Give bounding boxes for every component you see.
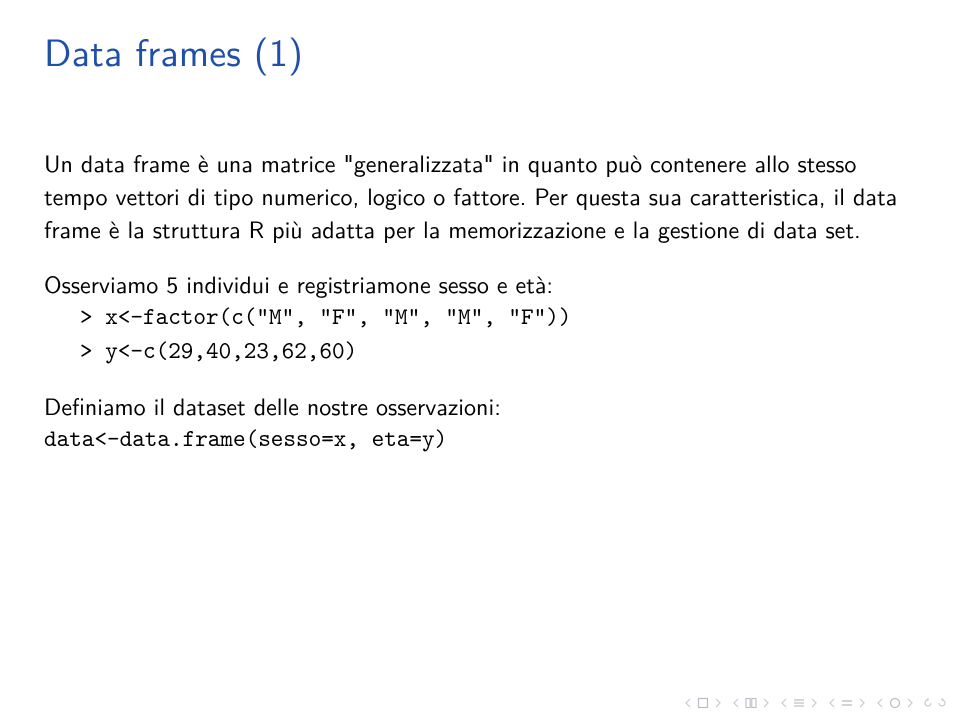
- paragraph-observe: Osserviamo 5 individui e registriamone s…: [44, 267, 916, 300]
- paragraph-intro: Un data frame è una matrice "generalizza…: [44, 146, 916, 245]
- nav-frame-icon[interactable]: [744, 696, 758, 710]
- nav-subsection-group: [778, 696, 820, 710]
- nav-doc-group: [874, 696, 916, 710]
- nav-next-doc-icon[interactable]: [904, 697, 916, 709]
- nav-section-group: [826, 696, 868, 710]
- nav-back-forward-group: [922, 697, 948, 709]
- nav-prev-slide-icon[interactable]: [682, 697, 694, 709]
- code-line-vector: > y<-c(29,40,23,62,60): [44, 334, 916, 367]
- nav-slide-icon[interactable]: [696, 696, 710, 710]
- nav-next-slide-icon[interactable]: [712, 697, 724, 709]
- nav-subsection-icon[interactable]: [792, 696, 806, 710]
- nav-prev-doc-icon[interactable]: [874, 697, 886, 709]
- nav-prev-frame-icon[interactable]: [730, 697, 742, 709]
- slide: Data frames (1) Un data frame è una matr…: [0, 0, 960, 718]
- nav-next-section-icon[interactable]: [856, 697, 868, 709]
- nav-next-frame-icon[interactable]: [760, 697, 772, 709]
- code-line-dataframe: data<-data.frame(sesso=x, eta=y): [44, 422, 916, 455]
- nav-appendix-icon[interactable]: [888, 696, 902, 710]
- nav-back-icon[interactable]: [922, 697, 934, 709]
- nav-forward-icon[interactable]: [936, 697, 948, 709]
- nav-prev-section-icon[interactable]: [826, 697, 838, 709]
- nav-frame-group: [730, 696, 772, 710]
- paragraph-define: Definiamo il dataset delle nostre osserv…: [44, 389, 916, 422]
- nav-section-icon[interactable]: [840, 696, 854, 710]
- nav-slide-group: [682, 696, 724, 710]
- beamer-nav-bar: [682, 696, 948, 710]
- nav-prev-subsection-icon[interactable]: [778, 697, 790, 709]
- slide-title: Data frames (1): [44, 22, 916, 78]
- nav-next-subsection-icon[interactable]: [808, 697, 820, 709]
- slide-body: Un data frame è una matrice "generalizza…: [44, 146, 916, 455]
- code-line-factor: > x<-factor(c("M", "F", "M", "M", "F")): [44, 300, 916, 333]
